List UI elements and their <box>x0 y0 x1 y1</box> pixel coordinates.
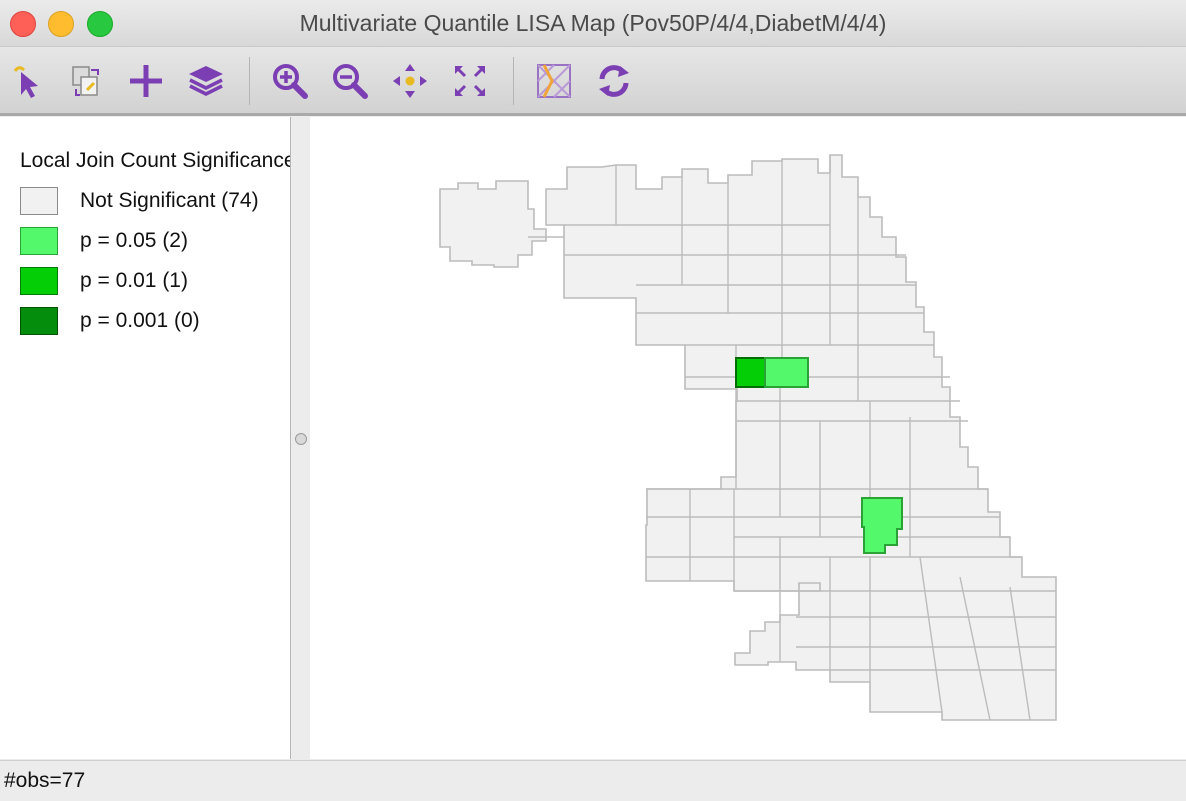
legend-swatch <box>20 267 58 295</box>
title-bar: Multivariate Quantile LISA Map (Pov50P/4… <box>0 0 1186 47</box>
chicago-community-map <box>439 154 1057 721</box>
panel-splitter[interactable] <box>291 117 310 759</box>
basemap-button[interactable] <box>534 61 574 101</box>
sig-area-p001 <box>735 357 766 388</box>
copy-map-button[interactable] <box>66 61 106 101</box>
ohare-area <box>439 180 547 268</box>
toolbar <box>0 47 1186 116</box>
status-bar: #obs=77 <box>0 760 1186 801</box>
legend-item-p001[interactable]: p = 0.01 (1) <box>20 266 188 296</box>
select-pointer-button[interactable] <box>8 61 48 101</box>
legend-label: p = 0.05 (2) <box>80 229 188 252</box>
map-canvas[interactable] <box>310 117 1186 759</box>
full-extent-button[interactable] <box>450 61 490 101</box>
pan-button[interactable] <box>390 61 430 101</box>
sig-area-p005-west <box>764 357 809 388</box>
add-layer-icon <box>130 65 162 97</box>
splitter-handle[interactable] <box>295 433 307 445</box>
city-outline <box>545 154 1057 721</box>
select-pointer-icon <box>13 66 38 98</box>
legend-swatch <box>20 227 58 255</box>
legend-item-p0001[interactable]: p = 0.001 (0) <box>20 306 200 336</box>
full-extent-icon <box>455 66 485 96</box>
toolbar-separator <box>513 57 514 105</box>
basemap-icon <box>537 64 571 98</box>
zoom-in-icon <box>273 64 308 99</box>
legend-item-p005[interactable]: p = 0.05 (2) <box>20 226 188 256</box>
zoom-in-button[interactable] <box>270 61 310 101</box>
refresh-button[interactable] <box>594 61 634 101</box>
legend-title: Local Join Count Significance <box>20 149 291 172</box>
add-layer-button[interactable] <box>126 61 166 101</box>
legend-label: p = 0.01 (1) <box>80 269 188 292</box>
copy-map-icon <box>72 66 99 96</box>
layers-icon <box>189 66 223 96</box>
legend-label: Not Significant (74) <box>80 189 259 212</box>
sig-area-p005-south <box>861 497 903 554</box>
legend-label: p = 0.001 (0) <box>80 309 200 332</box>
legend-panel: Local Join Count Significance Not Signif… <box>0 117 291 759</box>
legend-swatch <box>20 307 58 335</box>
toolbar-separator <box>249 57 250 105</box>
observation-count: #obs=77 <box>4 769 86 792</box>
pan-icon <box>393 64 427 98</box>
zoom-out-icon <box>333 64 368 99</box>
layers-button[interactable] <box>186 61 226 101</box>
zoom-out-button[interactable] <box>330 61 370 101</box>
legend-item-not-significant[interactable]: Not Significant (74) <box>20 186 259 216</box>
window-title: Multivariate Quantile LISA Map (Pov50P/4… <box>299 10 887 36</box>
refresh-icon <box>599 65 629 97</box>
legend-swatch <box>20 187 58 215</box>
